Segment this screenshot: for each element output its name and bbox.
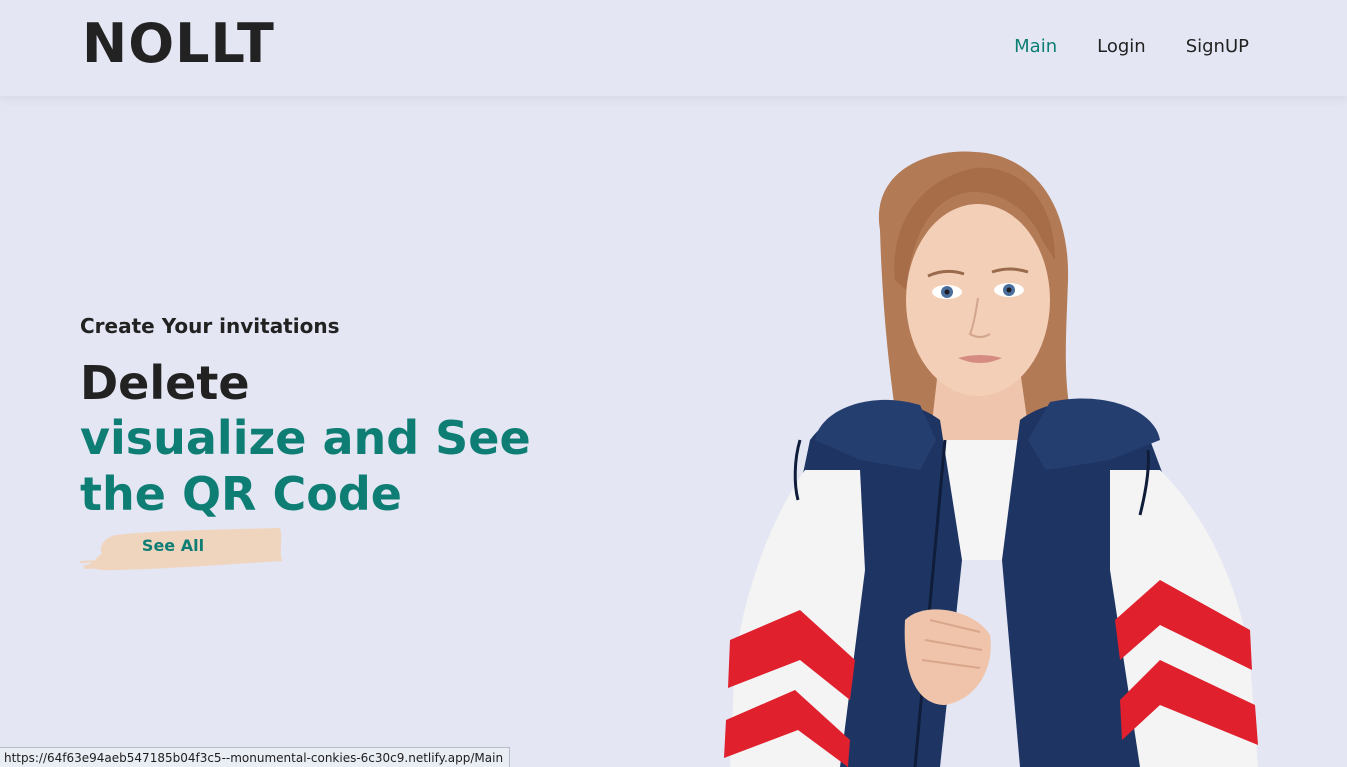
- hero-headline-dark: Delete: [80, 356, 250, 410]
- hero-headline-teal-line-1: visualize and See: [80, 411, 531, 465]
- hero-model-image: [690, 140, 1290, 767]
- hero-headline-teal-line-2: the QR Code: [80, 467, 402, 521]
- see-all-button[interactable]: See All: [80, 524, 284, 574]
- hero-text-block: Create Your invitations Delete visualize…: [80, 312, 531, 522]
- main-nav: Main Login SignUP: [1014, 35, 1249, 59]
- site-logo[interactable]: NOLLT: [82, 12, 275, 76]
- see-all-label: See All: [141, 536, 205, 555]
- hero-eyebrow: Create Your invitations: [80, 314, 340, 338]
- top-navbar: NOLLT Main Login SignUP: [0, 0, 1347, 96]
- nav-link-signup[interactable]: SignUP: [1186, 35, 1249, 59]
- nav-link-login[interactable]: Login: [1097, 35, 1146, 59]
- nav-link-main[interactable]: Main: [1014, 35, 1057, 59]
- browser-status-bar: https://64f63e94aeb547185b04f3c5--monume…: [0, 747, 511, 767]
